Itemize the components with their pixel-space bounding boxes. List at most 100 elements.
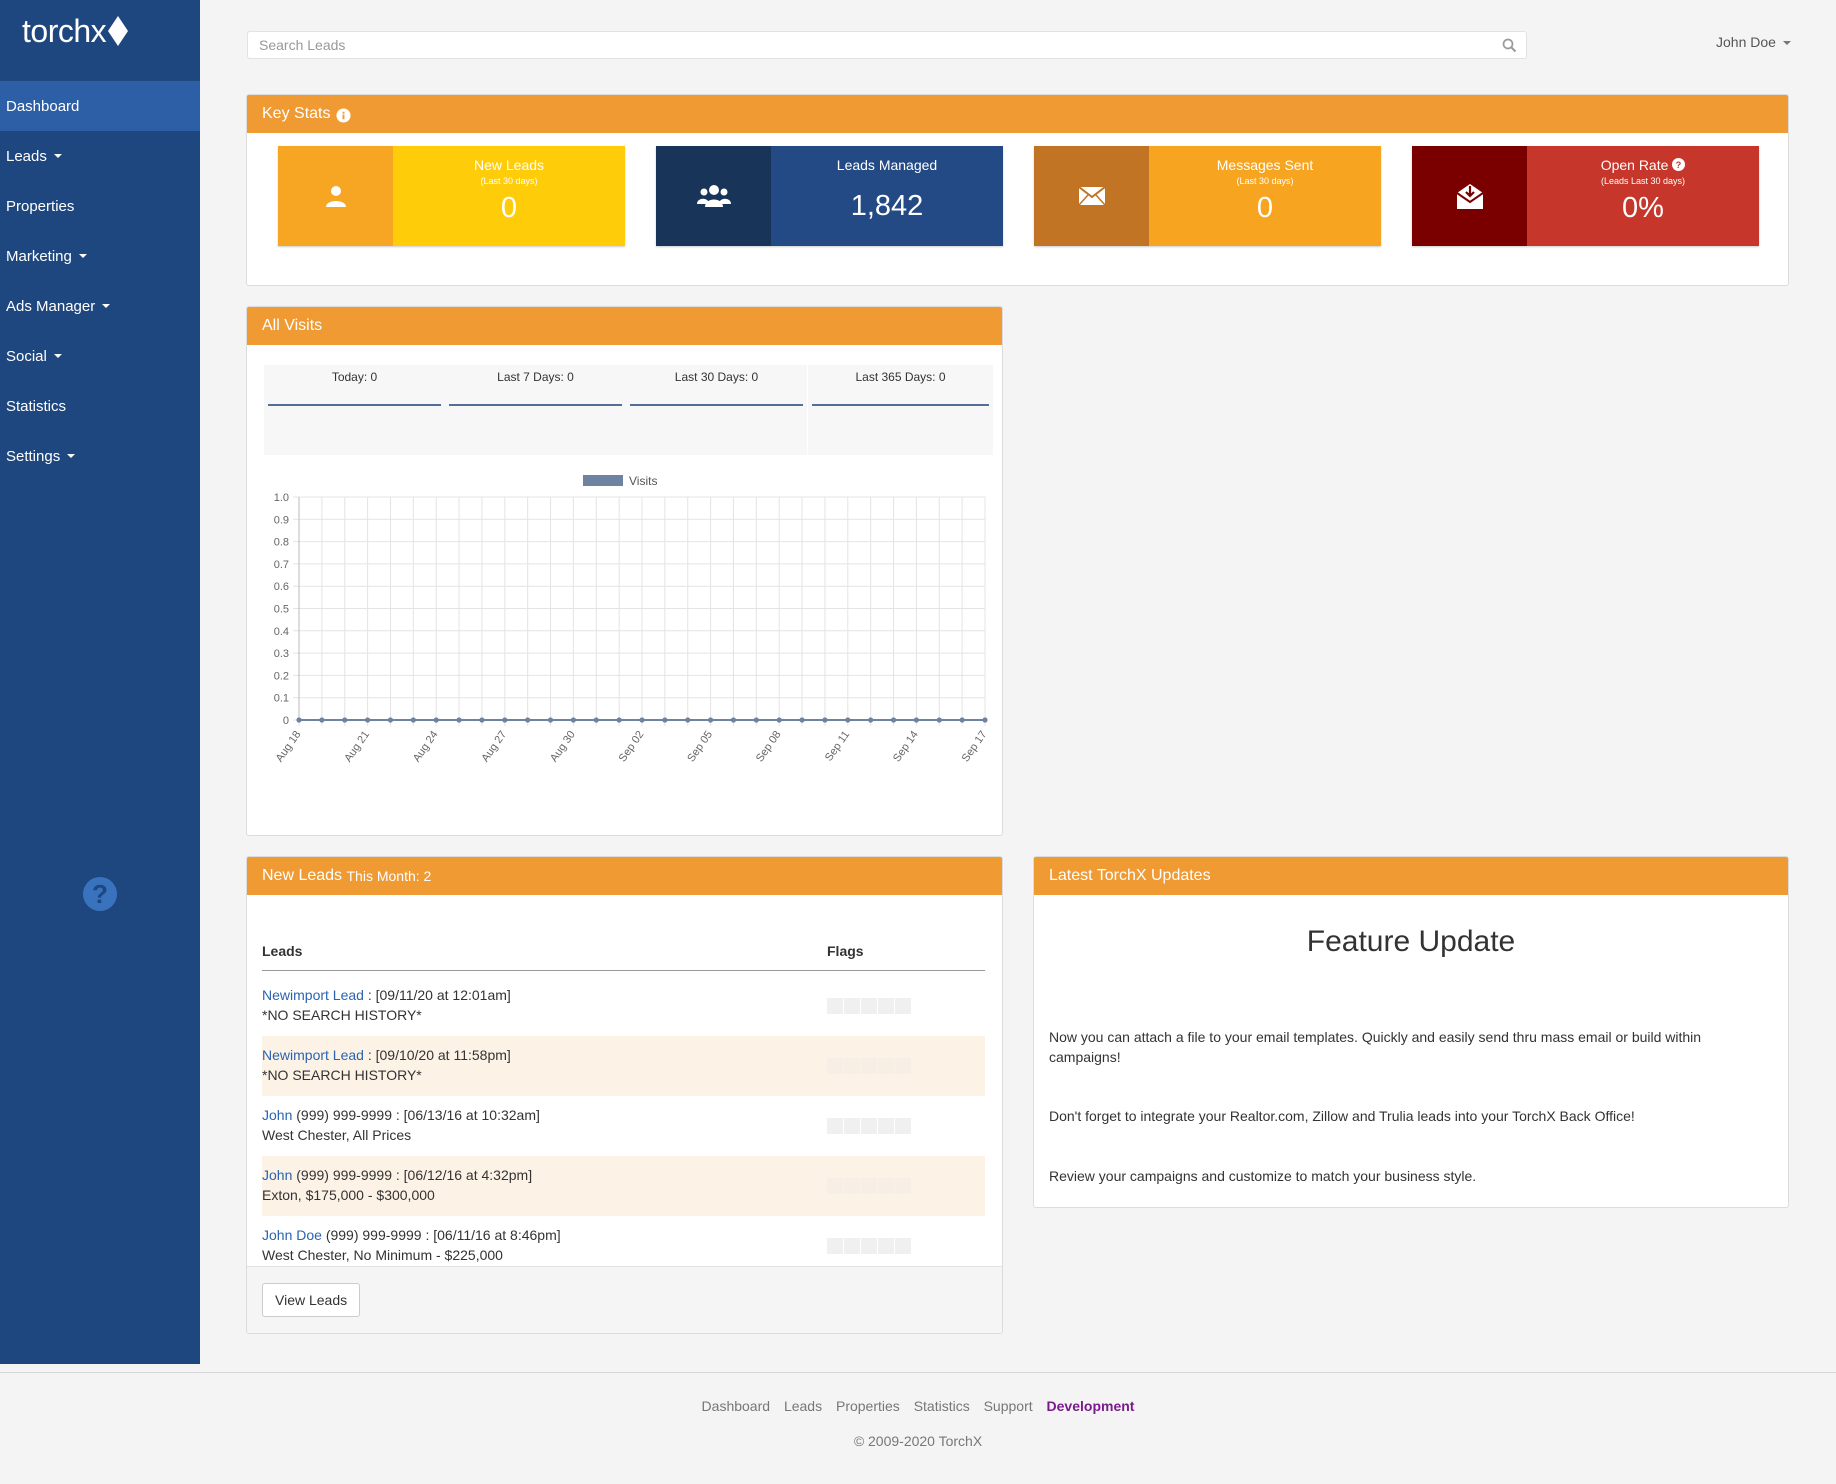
data-point <box>845 717 851 723</box>
y-tick-label: 0.7 <box>274 559 289 571</box>
flag-slot[interactable] <box>844 998 860 1014</box>
data-point <box>662 717 668 723</box>
panel-header: All Visits <box>247 307 1002 345</box>
search-input[interactable] <box>248 32 1489 58</box>
data-point <box>296 717 302 723</box>
flag-slot[interactable] <box>878 1118 894 1134</box>
stat-card-messages-sent[interactable]: Messages Sent (Last 30 days) 0 <box>1034 146 1381 246</box>
y-tick-label: 0.6 <box>274 581 289 593</box>
table-row: John (999) 999-9999 : [06/13/16 at 10:32… <box>262 1096 985 1156</box>
flag-slot[interactable] <box>827 1058 843 1074</box>
flag-slot[interactable] <box>861 1238 877 1254</box>
flag-slot[interactable] <box>844 1058 860 1074</box>
flag-slot[interactable] <box>895 1118 911 1134</box>
table-row: Newimport Lead : [09/11/20 at 12:01am] *… <box>262 976 985 1036</box>
panel-header: Key Stats <box>247 95 1788 133</box>
lead-name-link[interactable]: Newimport Lead <box>262 1047 364 1063</box>
stat-card-new-leads[interactable]: New Leads (Last 30 days) 0 <box>278 146 625 246</box>
panel-title-prefix: New Leads <box>262 867 343 884</box>
x-tick-label: Sep 17 <box>960 729 990 764</box>
footer-link-statistics[interactable]: Statistics <box>914 1398 970 1414</box>
copyright: © 2009-2020 TorchX <box>853 1433 983 1449</box>
lead-name-link[interactable]: Newimport Lead <box>262 987 364 1003</box>
sidebar-item-ads-manager[interactable]: Ads Manager <box>0 281 200 331</box>
sidebar-item-dashboard[interactable]: Dashboard <box>0 81 200 131</box>
y-tick-label: 0 <box>283 715 289 727</box>
flag-slot[interactable] <box>827 1178 843 1194</box>
flag-slot[interactable] <box>827 1118 843 1134</box>
question-icon[interactable]: ? <box>1672 158 1686 171</box>
user-menu[interactable]: John Doe <box>1716 34 1791 50</box>
lead-flags <box>827 998 911 1014</box>
stat-body: Leads Managed 1,842 <box>771 146 1003 246</box>
flag-slot[interactable] <box>827 1238 843 1254</box>
x-tick-label: Aug 30 <box>548 729 578 764</box>
footer-link-properties[interactable]: Properties <box>836 1398 900 1414</box>
torchx-logo[interactable]: torchx <box>0 0 200 62</box>
flag-slot[interactable] <box>844 1238 860 1254</box>
flag-slot[interactable] <box>827 998 843 1014</box>
new-leads-panel: New Leads This Month: 2 Leads Flags Newi… <box>246 856 1003 1334</box>
flag-slot[interactable] <box>878 1058 894 1074</box>
lead-flags <box>827 1178 911 1194</box>
x-tick-label: Aug 24 <box>411 729 441 764</box>
sidebar-item-label: Properties <box>6 197 75 215</box>
lead-name-link[interactable]: John <box>262 1167 292 1183</box>
panel-header: Latest TorchX Updates <box>1034 857 1788 895</box>
sidebar-item-leads[interactable]: Leads <box>0 131 200 181</box>
data-point <box>410 717 416 723</box>
flag-slot[interactable] <box>844 1118 860 1134</box>
sidebar-item-settings[interactable]: Settings <box>0 431 200 481</box>
flag-slot[interactable] <box>861 1178 877 1194</box>
flag-slot[interactable] <box>878 998 894 1014</box>
panel-title: All Visits <box>262 317 323 334</box>
info-icon[interactable] <box>336 108 352 123</box>
search-icon[interactable] <box>1502 38 1517 53</box>
sidebar-item-marketing[interactable]: Marketing <box>0 231 200 281</box>
sparkline <box>449 404 622 406</box>
help-icon[interactable]: ? <box>83 877 117 911</box>
lead-name-link[interactable]: John <box>262 1107 292 1123</box>
footer-link-dashboard[interactable]: Dashboard <box>702 1398 771 1414</box>
flag-slot[interactable] <box>844 1178 860 1194</box>
flag-slot[interactable] <box>861 1118 877 1134</box>
y-tick-label: 0.8 <box>274 537 289 549</box>
lead-flags <box>827 1238 911 1254</box>
visits-chart: Visits 1.0 0.9 0.8 0.7 0.6 0.5 0.4 0.3 0.2 0.1 0 Aug… <box>274 474 990 764</box>
stat-icon-wrap <box>1034 146 1149 246</box>
flag-slot[interactable] <box>878 1178 894 1194</box>
lead-name-link[interactable]: John Doe <box>262 1227 322 1243</box>
view-leads-button[interactable]: View Leads <box>262 1283 361 1317</box>
flag-slot[interactable] <box>895 1178 911 1194</box>
stat-title-text: Open Rate <box>1600 157 1669 173</box>
stat-card-leads-managed[interactable]: Leads Managed 1,842 <box>656 146 1003 246</box>
sidebar-item-label: Social <box>6 347 47 365</box>
stat-card-open-rate[interactable]: Open Rate ? (Leads Last 30 days) 0% <box>1412 146 1759 246</box>
sparkline <box>268 404 441 406</box>
footer-link-support[interactable]: Support <box>984 1398 1033 1414</box>
sidebar-item-social[interactable]: Social <box>0 331 200 381</box>
data-point <box>479 717 485 723</box>
y-tick-label: 0.1 <box>274 693 289 705</box>
flag-slot[interactable] <box>895 998 911 1014</box>
footer-link-leads[interactable]: Leads <box>784 1398 822 1414</box>
data-point <box>868 717 874 723</box>
sidebar: torchx Dashboard Leads Properties Market… <box>0 0 200 1364</box>
x-tick-label: Sep 11 <box>823 729 852 764</box>
sidebar-item-statistics[interactable]: Statistics <box>0 381 200 431</box>
lead-details: : [09/10/20 at 11:58pm] <box>363 1047 511 1063</box>
flag-slot[interactable] <box>861 1058 877 1074</box>
footer-nav: Dashboard Leads Properties Statistics Su… <box>0 1398 1836 1414</box>
flag-slot[interactable] <box>895 1058 911 1074</box>
footer-link-development[interactable]: Development <box>1047 1398 1135 1414</box>
caret-down-icon <box>53 354 62 358</box>
flag-slot[interactable] <box>861 998 877 1014</box>
sidebar-item-properties[interactable]: Properties <box>0 181 200 231</box>
sidebar-item-label: Statistics <box>6 397 67 415</box>
data-point <box>799 717 805 723</box>
lead-flags <box>827 1058 911 1074</box>
flag-slot[interactable] <box>878 1238 894 1254</box>
stat-subtitle: (Last 30 days) <box>1236 176 1294 186</box>
flag-slot[interactable] <box>895 1238 911 1254</box>
data-point <box>616 717 622 723</box>
